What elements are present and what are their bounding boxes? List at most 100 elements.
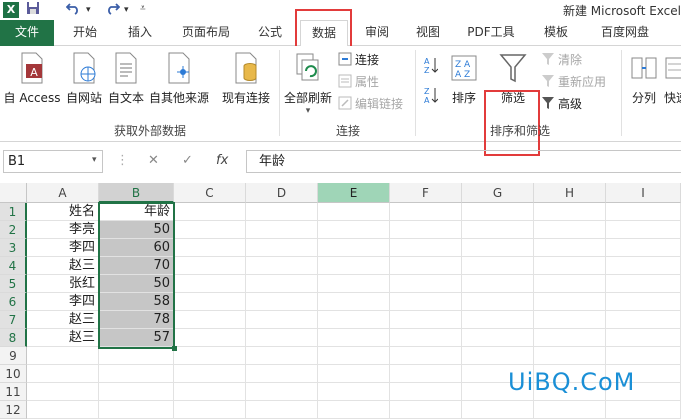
customize-quick-access-icon[interactable]: ⩡ [140, 3, 146, 14]
cell-f12[interactable] [390, 401, 462, 419]
column-header-f[interactable]: F [390, 183, 462, 203]
cell-d5[interactable] [246, 275, 318, 293]
cell-e12[interactable] [318, 401, 390, 419]
row-header-12[interactable]: 12 [0, 401, 27, 419]
row-header-1[interactable]: 1 [0, 203, 27, 221]
cell-h3[interactable] [534, 239, 606, 257]
cell-i4[interactable] [606, 257, 681, 275]
cell-c11[interactable] [174, 383, 246, 401]
cell-i7[interactable] [606, 311, 681, 329]
cell-i6[interactable] [606, 293, 681, 311]
cell-f2[interactable] [390, 221, 462, 239]
cell-i3[interactable] [606, 239, 681, 257]
tab-home[interactable]: 开始 [62, 20, 108, 46]
cell-a11[interactable] [27, 383, 99, 401]
redo-icon[interactable] [106, 1, 121, 19]
cell-e8[interactable] [318, 329, 390, 347]
cell-i2[interactable] [606, 221, 681, 239]
cell-d4[interactable] [246, 257, 318, 275]
cell-a12[interactable] [27, 401, 99, 419]
cell-b1[interactable]: 年龄 [99, 203, 174, 221]
row-header-9[interactable]: 9 [0, 347, 27, 365]
cell-a1[interactable]: 姓名 [27, 203, 99, 221]
cell-c7[interactable] [174, 311, 246, 329]
column-header-a[interactable]: A [27, 183, 99, 203]
sort-descending-button[interactable]: ZA [424, 86, 441, 106]
row-header-7[interactable]: 7 [0, 311, 27, 329]
cell-b6[interactable]: 58 [99, 293, 174, 311]
cell-e3[interactable] [318, 239, 390, 257]
cell-b4[interactable]: 70 [99, 257, 174, 275]
cell-i1[interactable] [606, 203, 681, 221]
fill-handle[interactable] [172, 346, 177, 351]
tab-file[interactable]: 文件 [0, 20, 54, 46]
cell-f7[interactable] [390, 311, 462, 329]
cell-b8[interactable]: 57 [99, 329, 174, 347]
cell-i5[interactable] [606, 275, 681, 293]
undo-dropdown-icon[interactable]: ▾ [86, 5, 91, 15]
formula-input[interactable]: 年龄 [246, 150, 681, 173]
tab-formulas[interactable]: 公式 [247, 20, 293, 46]
cell-e10[interactable] [318, 365, 390, 383]
name-box[interactable]: B1 [3, 150, 103, 173]
cell-i12[interactable] [606, 401, 681, 419]
cell-g7[interactable] [462, 311, 534, 329]
cell-c12[interactable] [174, 401, 246, 419]
cell-b11[interactable] [99, 383, 174, 401]
cell-d10[interactable] [246, 365, 318, 383]
row-header-10[interactable]: 10 [0, 365, 27, 383]
cell-e11[interactable] [318, 383, 390, 401]
cell-g4[interactable] [462, 257, 534, 275]
from-other-sources-button[interactable]: 自其他来源 [146, 52, 212, 106]
from-access-button[interactable]: A 自 Access [2, 52, 62, 106]
select-all-corner[interactable] [0, 183, 27, 203]
cell-e4[interactable] [318, 257, 390, 275]
reapply-button[interactable]: 重新应用 [541, 72, 606, 92]
cell-h5[interactable] [534, 275, 606, 293]
cell-a10[interactable] [27, 365, 99, 383]
cell-h6[interactable] [534, 293, 606, 311]
cell-e1[interactable] [318, 203, 390, 221]
column-header-e[interactable]: E [318, 183, 390, 203]
cell-h4[interactable] [534, 257, 606, 275]
cell-d1[interactable] [246, 203, 318, 221]
cell-a7[interactable]: 赵三 [27, 311, 99, 329]
edit-links-button[interactable]: 编辑链接 [338, 94, 403, 114]
cell-d11[interactable] [246, 383, 318, 401]
name-box-dropdown-icon[interactable]: ▾ [92, 150, 97, 173]
undo-icon[interactable] [65, 1, 80, 19]
flash-fill-button[interactable]: 快速 [664, 52, 681, 106]
from-text-button[interactable]: 自文本 [106, 52, 146, 106]
cell-c9[interactable] [174, 347, 246, 365]
cell-c8[interactable] [174, 329, 246, 347]
cell-a4[interactable]: 赵三 [27, 257, 99, 275]
existing-connections-button[interactable]: 现有连接 [220, 52, 272, 106]
cell-d8[interactable] [246, 329, 318, 347]
cell-e9[interactable] [318, 347, 390, 365]
cell-h9[interactable] [534, 347, 606, 365]
tab-pdf-tools[interactable]: PDF工具 [459, 20, 523, 46]
column-header-d[interactable]: D [246, 183, 318, 203]
cell-f10[interactable] [390, 365, 462, 383]
cell-b2[interactable]: 50 [99, 221, 174, 239]
cell-f3[interactable] [390, 239, 462, 257]
cell-h2[interactable] [534, 221, 606, 239]
cell-c10[interactable] [174, 365, 246, 383]
tab-templates[interactable]: 模板 [533, 20, 579, 46]
cell-f9[interactable] [390, 347, 462, 365]
cell-c1[interactable] [174, 203, 246, 221]
cell-a2[interactable]: 李亮 [27, 221, 99, 239]
cell-b9[interactable] [99, 347, 174, 365]
cell-a5[interactable]: 张红 [27, 275, 99, 293]
cell-c3[interactable] [174, 239, 246, 257]
enter-icon[interactable]: ✓ [182, 150, 193, 173]
cell-a8[interactable]: 赵三 [27, 329, 99, 347]
cell-d12[interactable] [246, 401, 318, 419]
sort-ascending-button[interactable]: AZ [424, 56, 441, 76]
sort-button[interactable]: Z AA Z 排序 [446, 52, 482, 106]
cell-b7[interactable]: 78 [99, 311, 174, 329]
cell-a9[interactable] [27, 347, 99, 365]
row-header-2[interactable]: 2 [0, 221, 27, 239]
cell-f4[interactable] [390, 257, 462, 275]
cell-g5[interactable] [462, 275, 534, 293]
